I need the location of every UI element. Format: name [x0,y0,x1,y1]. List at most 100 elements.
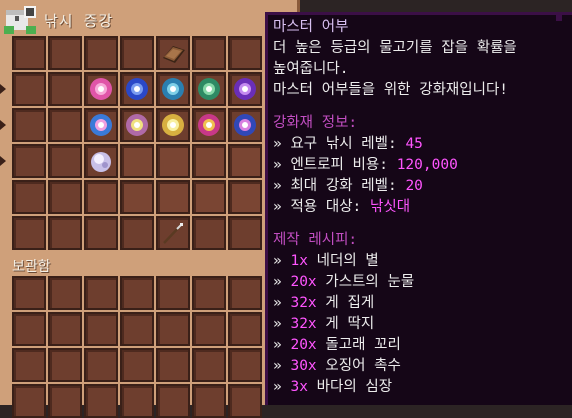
storage-slot[interactable] [120,348,154,382]
inventory-slot[interactable] [48,72,82,106]
storage-slot[interactable] [48,384,82,418]
inventory-slot[interactable] [12,108,46,142]
inventory-slot[interactable] [48,108,82,142]
bullet-icon: » [273,253,282,269]
inventory-slot[interactable] [48,216,82,250]
storage-slot[interactable] [120,276,154,310]
inventory-slot[interactable] [12,216,46,250]
scroll-arrow-icon[interactable] [0,156,6,166]
storage-slot[interactable] [228,384,262,418]
recipe-qty: 32x [290,316,317,332]
storage-slot[interactable] [12,384,46,418]
inventory-slot[interactable] [156,108,190,142]
scroll-arrow-icon[interactable] [0,84,6,94]
storage-slot[interactable] [84,276,118,310]
info-row: » 적용 대상: 낚싯대 [273,197,572,218]
inventory-slot[interactable] [48,144,82,178]
inventory-slot[interactable] [84,216,118,250]
storage-slot[interactable] [120,312,154,346]
inventory-slot[interactable] [120,36,154,70]
storage-slot[interactable] [84,384,118,418]
inventory-slot[interactable] [228,36,262,70]
storage-slot[interactable] [84,312,118,346]
bait-icon[interactable] [230,74,260,104]
inventory-slot[interactable] [48,36,82,70]
inventory-slot[interactable] [228,216,262,250]
inventory-slot[interactable] [156,216,190,250]
bait-icon[interactable] [122,74,152,104]
inventory-slot[interactable] [192,216,226,250]
storage-slot[interactable] [48,348,82,382]
inventory-slot[interactable] [84,36,118,70]
recipe-row: » 32x 게 집게 [273,293,572,314]
inventory-slot[interactable] [84,108,118,142]
storage-slot[interactable] [48,276,82,310]
storage-slot[interactable] [156,312,190,346]
storage-slot[interactable] [84,348,118,382]
inventory-slot[interactable] [120,144,154,178]
fishing-rod-icon[interactable] [158,218,188,248]
inventory-slot[interactable] [156,144,190,178]
storage-slot[interactable] [228,276,262,310]
inventory-slot[interactable] [120,216,154,250]
storage-slot[interactable] [12,312,46,346]
bait-icon[interactable] [158,74,188,104]
inventory-slot[interactable] [156,36,190,70]
storage-slot[interactable] [120,384,154,418]
scroll-arrow-icon[interactable] [0,120,6,130]
book-icon[interactable] [158,38,188,68]
info-header: 강화재 정보: [273,115,358,131]
inventory-slot[interactable] [228,72,262,106]
inventory-slot[interactable] [12,36,46,70]
inventory-slot[interactable] [120,72,154,106]
bait-icon[interactable] [122,110,152,140]
inventory-slot[interactable] [192,36,226,70]
storage-slot[interactable] [192,384,226,418]
inventory-slot[interactable] [12,144,46,178]
inventory-slot[interactable] [228,144,262,178]
storage-slot[interactable] [156,384,190,418]
bait-icon[interactable] [86,110,116,140]
storage-slot[interactable] [156,348,190,382]
inventory-slot[interactable] [228,180,262,214]
inventory-slot[interactable] [156,180,190,214]
storage-slot[interactable] [228,348,262,382]
storage-slot[interactable] [12,348,46,382]
storage-slot[interactable] [192,276,226,310]
info-value: 45 [405,136,423,152]
inventory-slot[interactable] [192,144,226,178]
item-description-line: 더 높은 등급의 물고기를 잡을 확률을 [273,40,517,56]
bait-icon[interactable] [230,110,260,140]
recipe-qty: 3x [290,379,308,395]
augment-chest-panel: 낚시 증강 보관함 [0,0,300,418]
inventory-slot[interactable] [192,180,226,214]
bullet-icon: » [273,295,282,311]
storage-slot[interactable] [192,312,226,346]
inventory-slot[interactable] [84,72,118,106]
inventory-slot[interactable] [192,72,226,106]
inventory-slot[interactable] [120,108,154,142]
inventory-slot[interactable] [156,72,190,106]
storage-slot[interactable] [192,348,226,382]
bait-icon[interactable] [158,110,188,140]
recipe-item: 가스트의 눈물 [325,274,415,290]
bait-icon[interactable] [194,110,224,140]
inventory-slot[interactable] [192,108,226,142]
storage-slot[interactable] [48,312,82,346]
inventory-slot[interactable] [12,72,46,106]
bait-icon[interactable] [86,74,116,104]
inventory-slot[interactable] [48,180,82,214]
storage-slot[interactable] [156,276,190,310]
inventory-slot[interactable] [228,108,262,142]
storage-slot[interactable] [228,312,262,346]
inventory-slot[interactable] [120,180,154,214]
pearl-icon[interactable] [86,146,116,176]
bullet-icon: » [273,379,282,395]
inventory-slot[interactable] [84,180,118,214]
inventory-slot[interactable] [12,180,46,214]
storage-slot[interactable] [12,276,46,310]
recipe-item: 게 딱지 [325,316,375,332]
recipe-qty: 20x [290,337,317,353]
inventory-slot[interactable] [84,144,118,178]
bait-icon[interactable] [194,74,224,104]
